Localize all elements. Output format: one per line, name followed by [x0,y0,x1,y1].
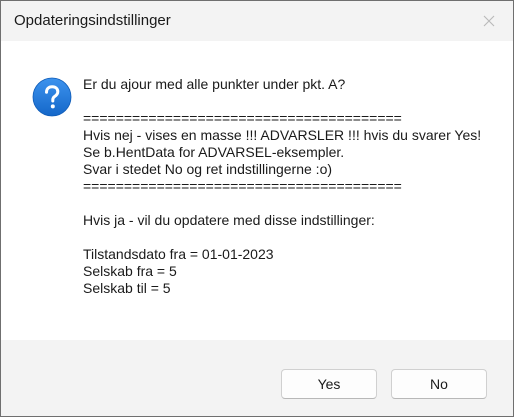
message-line: Tilstandsdato fra = 01-01-2023 [83,246,274,262]
button-bar: Yes No [1,340,513,416]
no-button[interactable]: No [391,369,487,399]
message-line [83,195,503,212]
dialog-content: Er du ajour med alle punkter under pkt. … [1,41,513,340]
close-icon [483,15,495,27]
message-line: ======================================= [83,178,402,194]
yes-button[interactable]: Yes [281,369,377,399]
message-line: Selskab fra = 5 [83,263,177,279]
message-line: Hvis nej - vises en masse !!! ADVARSLER … [83,127,482,143]
title-bar[interactable]: Opdateringsindstillinger [1,1,513,41]
message-line: ======================================= [83,110,402,126]
message-text: Er du ajour med alle punkter under pkt. … [83,76,503,297]
question-icon [32,77,72,117]
message-line: Hvis ja - vil du opdatere med disse inds… [83,212,375,228]
message-line [83,93,503,110]
message-line [83,229,503,246]
message-line: Selskab til = 5 [83,280,171,296]
window-title: Opdateringsindstillinger [14,12,171,29]
close-button[interactable] [467,1,513,41]
message-line: Er du ajour med alle punkter under pkt. … [83,76,346,92]
message-line: Se b.HentData for ADVARSEL-eksempler. [83,144,345,160]
message-line: Svar i stedet No og ret indstillingerne … [83,161,333,177]
dialog-window: Opdateringsindstillinger Er du ajour med… [0,0,514,417]
